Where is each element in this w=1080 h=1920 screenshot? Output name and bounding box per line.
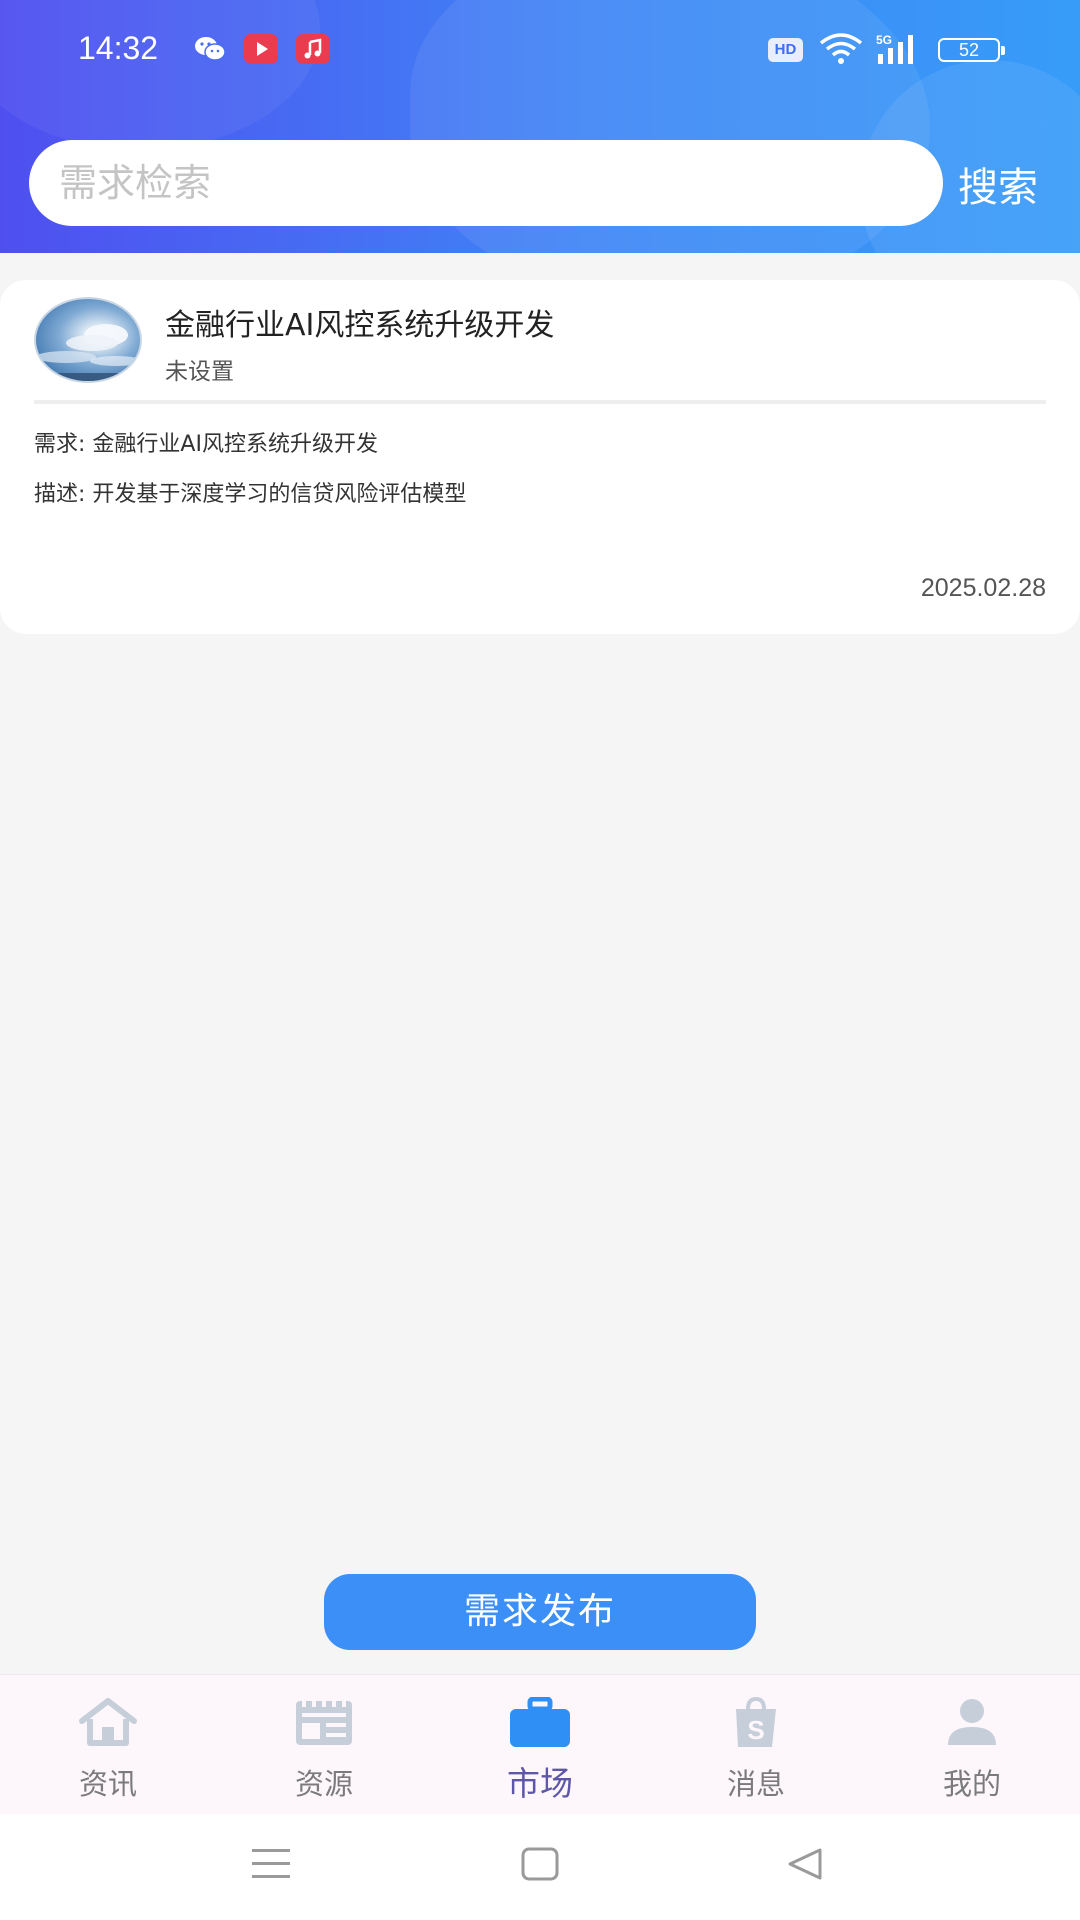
bottom-nav: 资讯 资源 市场 S 消息 我的 [0,1674,1080,1814]
nav-item-profile[interactable]: 我的 [864,1675,1080,1815]
battery-indicator: 52 [938,38,1005,62]
user-icon [942,1697,1002,1749]
svg-text:5G: 5G [876,33,892,47]
shopping-bag-icon: S [726,1696,786,1749]
back-icon[interactable] [786,1846,824,1886]
hd-badge: HD [768,38,803,62]
card-subtitle: 未设置 [165,359,234,385]
header: 14:32 HD 5G 52 需求检索 搜索 [0,0,1080,253]
card-date: 2025.02.28 [920,574,1046,602]
music-icon [296,34,330,64]
svg-text:S: S [747,1715,764,1745]
video-icon [244,34,278,64]
divider [34,400,1046,404]
status-bar: 14:32 HD 5G 52 [0,0,1080,100]
status-time: 14:32 [78,30,159,66]
nav-label: 消息 [726,1767,785,1801]
nav-item-messages[interactable]: S 消息 [648,1675,864,1815]
card-title: 金融行业AI风控系统升级开发 [165,308,555,343]
nav-item-resources[interactable]: 资源 [216,1675,432,1815]
nav-label: 市场 [507,1764,573,1803]
search-input[interactable] [29,140,943,226]
nav-item-market[interactable]: 市场 [432,1675,648,1815]
nav-label: 资源 [294,1767,353,1801]
avatar [34,297,142,383]
newspaper-icon [294,1697,354,1749]
search-button[interactable]: 搜索 [958,155,1038,213]
nav-item-news[interactable]: 资讯 [0,1675,216,1815]
card-demand: 需求: 金融行业AI风控系统升级开发 [34,432,378,457]
nav-label: 资讯 [78,1767,137,1801]
wechat-icon [193,34,227,64]
signal-icon: 5G [876,32,924,70]
card-description: 描述: 开发基于深度学习的信贷风险评估模型 [34,482,467,507]
demand-card[interactable]: 金融行业AI风控系统升级开发 未设置 需求: 金融行业AI风控系统升级开发 描述… [0,280,1080,634]
wifi-icon [818,32,864,70]
home-button-icon[interactable] [521,1846,559,1886]
briefcase-icon [510,1696,570,1749]
nav-label: 我的 [942,1767,1001,1801]
publish-demand-button[interactable]: 需求发布 [324,1574,756,1650]
system-nav-bar [0,1814,1080,1920]
menu-icon[interactable] [252,1846,290,1886]
home-icon [78,1697,138,1749]
